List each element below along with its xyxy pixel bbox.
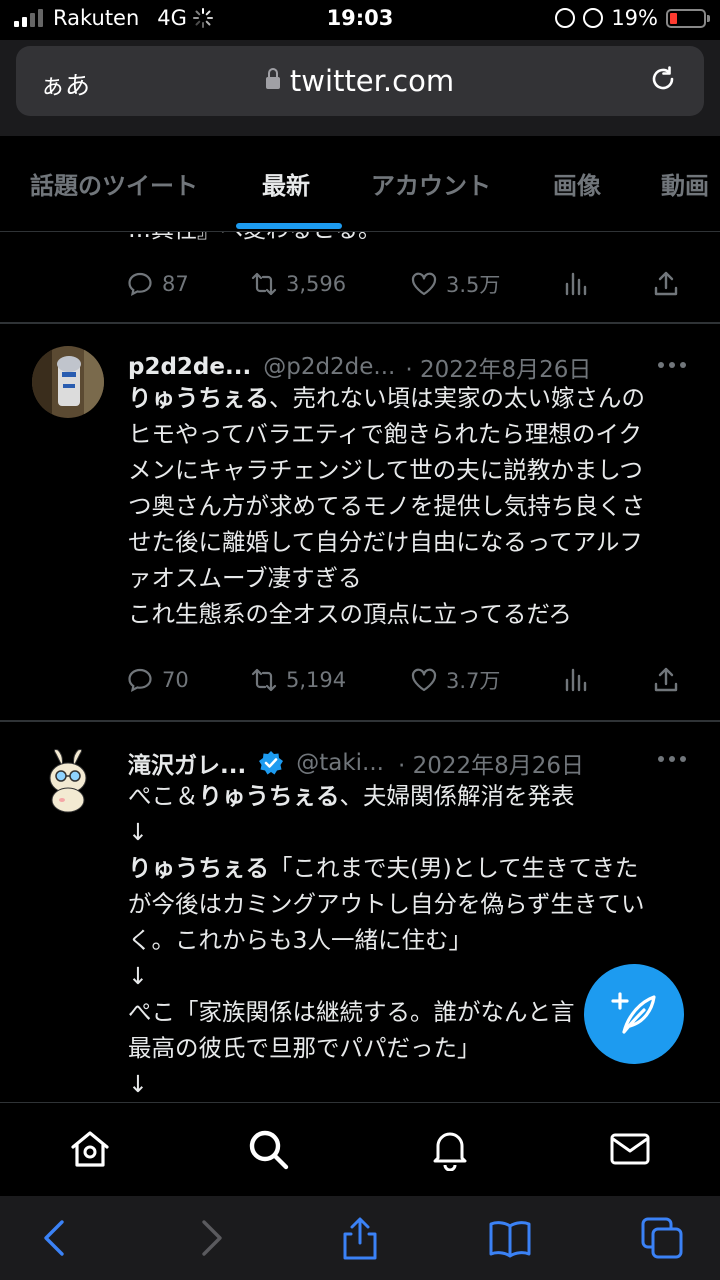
display-name[interactable]: p2d2de... <box>128 354 251 380</box>
analytics-icon <box>565 272 587 296</box>
tweet-bold-text: りゅうちぇる <box>128 854 269 882</box>
tweet[interactable]: p2d2de... @p2d2de... · 2022年8月26日 りゅうちぇる… <box>0 324 720 718</box>
battery-percent: 19% <box>611 6 658 30</box>
reply-icon <box>128 272 152 297</box>
like-button[interactable]: 3.7万 <box>410 665 562 695</box>
handle[interactable]: @p2d2de... <box>263 354 395 380</box>
tweet-bold-text: りゅうちぇる <box>128 384 269 412</box>
compose-tweet-icon <box>611 992 656 1034</box>
tweet-line: 「これまで夫(男)として生きてきた <box>269 854 639 882</box>
share-button[interactable] <box>652 270 680 298</box>
tweet-actions: 70 5,194 3.7万 <box>126 664 696 696</box>
status-bar: Rakuten 4G 19:03 19% <box>0 0 720 40</box>
battery-icon <box>666 8 710 28</box>
tweet-bold-text: りゅうちぇる <box>198 782 340 810</box>
tweet-date[interactable]: · 2022年8月26日 <box>398 746 584 780</box>
tab-latest[interactable]: 最新 <box>262 166 310 201</box>
retweet-icon <box>251 272 277 296</box>
orientation-lock-icon <box>555 8 576 28</box>
lock-icon <box>265 68 280 89</box>
tab-videos[interactable]: 動画 <box>661 166 709 201</box>
tweet-line: ァオスムーブ凄すぎる <box>128 564 362 592</box>
previous-tweet-cut-text: …真性』へ変わるとる。 <box>128 232 381 244</box>
analytics-icon <box>565 668 587 692</box>
tweet-line: 、夫婦関係解消を発表 <box>339 782 575 810</box>
tweet-line: ↓ <box>128 818 148 846</box>
share-icon <box>654 667 678 692</box>
handle[interactable]: @taki... <box>296 750 384 776</box>
tweet-line: く。これからも3人一緒に住む」 <box>128 926 472 954</box>
reload-icon[interactable] <box>648 64 678 94</box>
tab-accounts[interactable]: アカウント <box>371 166 491 201</box>
tweet-date[interactable]: · 2022年8月26日 <box>405 350 591 384</box>
tweet-line: 、売れない頃は実家の太い嫁さんの <box>269 384 645 412</box>
previous-tweet-actions: 87 3,596 3.5万 <box>126 268 696 300</box>
avatar[interactable] <box>32 746 104 818</box>
tweet-line: ぺこ＆ <box>128 782 199 810</box>
reply-icon <box>128 668 152 693</box>
tweet-line: が今後はカミングアウトし自分を偽らず生きてい <box>128 890 645 918</box>
like-count: 3.7万 <box>446 669 501 693</box>
reply-button[interactable]: 87 <box>126 270 250 298</box>
like-count: 3.5万 <box>446 273 501 297</box>
analytics-button[interactable] <box>562 666 652 694</box>
bookmarks-icon[interactable] <box>488 1216 532 1260</box>
share-button[interactable] <box>652 666 680 694</box>
avatar[interactable] <box>32 346 104 418</box>
share-icon[interactable] <box>338 1216 382 1260</box>
heart-icon <box>411 272 437 296</box>
home-icon[interactable] <box>68 1127 112 1171</box>
retweet-button[interactable]: 3,596 <box>250 270 410 298</box>
more-options-icon[interactable] <box>658 362 686 368</box>
tweet-line: ヒモやってバラエティで飽きられたら理想のイク <box>128 420 642 448</box>
browser-toolbar <box>0 1196 720 1280</box>
tweet-line: せた後に離婚して自分だけ自由になるってアルフ <box>128 528 643 556</box>
tweet-line: つ奥さん方が求めてるモノを提供し気持ち良くさ <box>128 492 645 520</box>
tweet-text: りゅうちぇる、売れない頃は実家の太い嫁さんの ヒモやってバラエティで飽きられたら… <box>128 380 688 632</box>
share-icon <box>654 271 678 296</box>
url-text[interactable]: twitter.com <box>290 64 454 98</box>
compose-tweet-button[interactable] <box>584 964 684 1064</box>
forward-icon[interactable] <box>188 1216 232 1260</box>
search-tabs: 話題のツイート 最新 アカウント 画像 動画 <box>0 136 720 232</box>
reply-count: 87 <box>162 272 189 296</box>
reply-count: 70 <box>162 668 189 692</box>
back-icon[interactable] <box>34 1216 78 1260</box>
retweet-count: 5,194 <box>286 668 347 692</box>
bell-icon[interactable] <box>428 1127 472 1171</box>
more-options-icon[interactable] <box>658 756 686 762</box>
search-icon[interactable] <box>246 1127 290 1171</box>
tweet-line: メンにキャラチェンジして世の夫に説教かましつ <box>128 456 643 484</box>
alarm-icon <box>583 8 604 28</box>
tab-top[interactable]: 話題のツイート <box>30 166 198 201</box>
analytics-button[interactable] <box>562 270 652 298</box>
tab-images[interactable]: 画像 <box>553 166 601 201</box>
tweet-line: これ生態系の全オスの頂点に立ってるだろ <box>128 600 572 628</box>
mail-icon[interactable] <box>608 1127 652 1171</box>
tabs-icon[interactable] <box>640 1216 684 1260</box>
retweet-icon <box>251 668 277 692</box>
active-tab-indicator <box>236 223 342 229</box>
display-name[interactable]: 滝沢ガレ... <box>128 746 246 780</box>
verified-badge-icon <box>259 751 284 775</box>
bottom-navigation <box>0 1102 720 1196</box>
heart-icon <box>411 668 437 692</box>
tweet-line: ↓ <box>128 1070 148 1098</box>
retweet-count: 3,596 <box>286 272 347 296</box>
browser-address-area: ぁあ twitter.com <box>0 40 720 136</box>
address-bar[interactable]: ぁあ twitter.com <box>16 46 704 116</box>
retweet-button[interactable]: 5,194 <box>250 666 410 694</box>
like-button[interactable]: 3.5万 <box>410 269 562 299</box>
reply-button[interactable]: 70 <box>126 666 250 694</box>
